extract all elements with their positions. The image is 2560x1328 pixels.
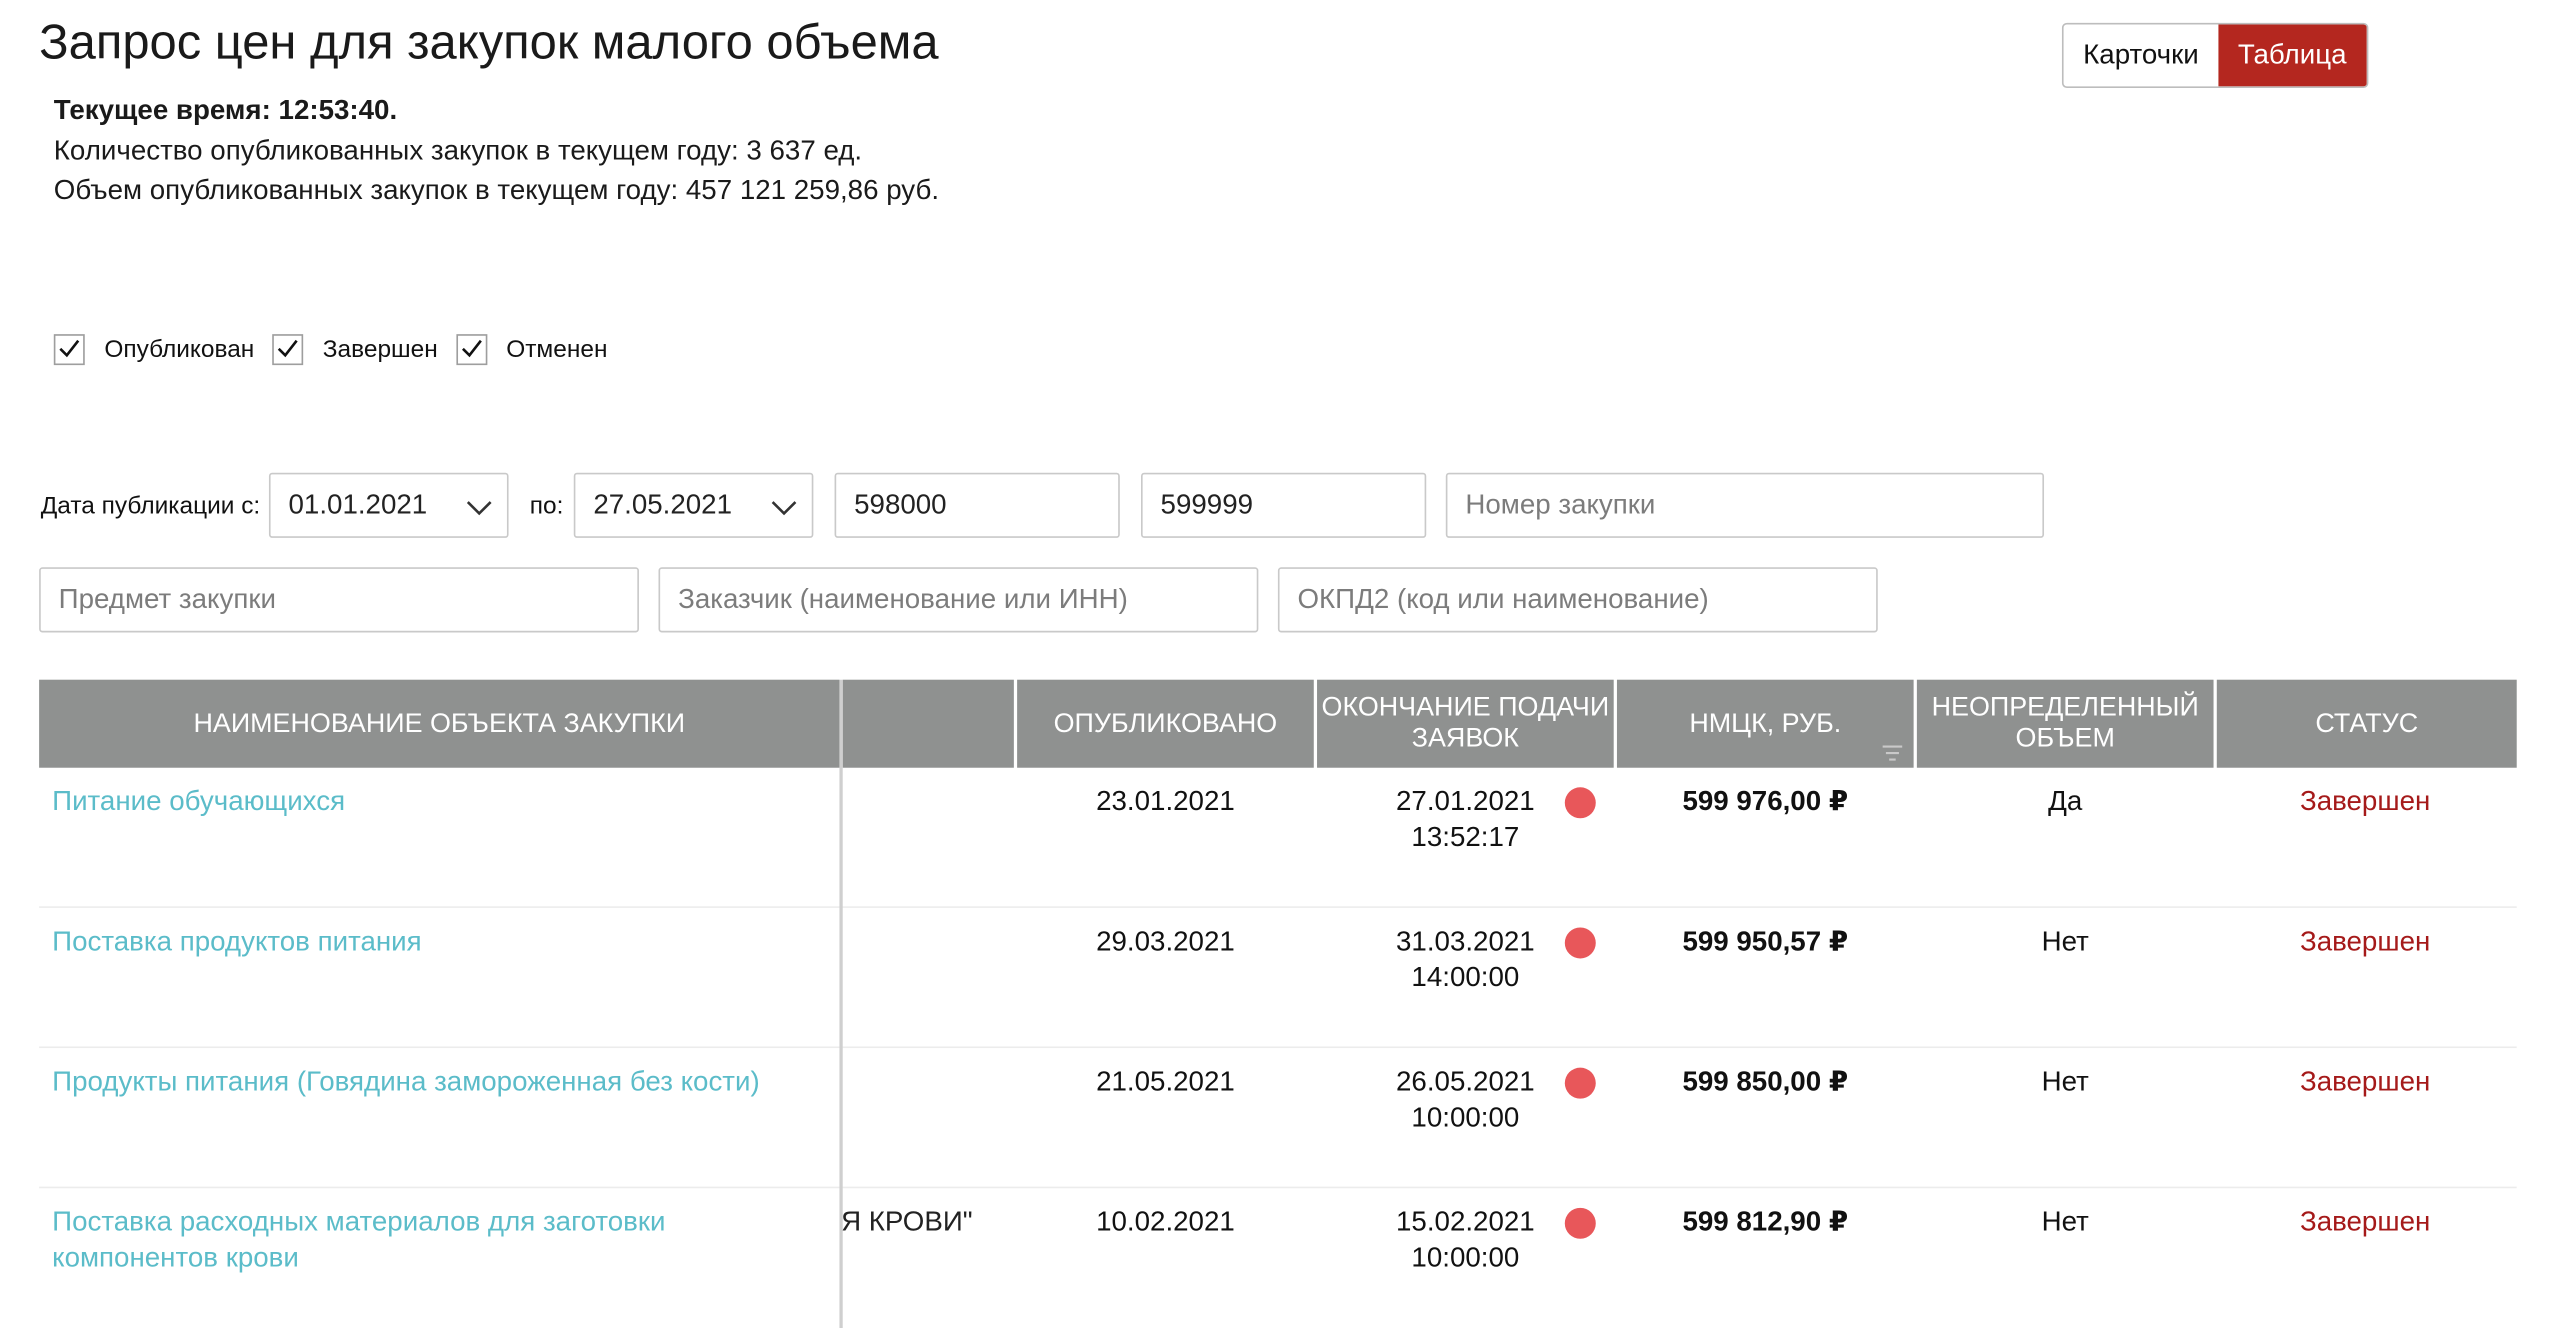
frozen-column-divider[interactable] (839, 679, 843, 1328)
okpd-input[interactable]: ОКПД2 (код или наименование) (1277, 567, 1878, 633)
cards-view-button[interactable]: Карточки (2064, 24, 2219, 86)
subject-input[interactable]: Предмет закупки (39, 567, 639, 633)
date-to-select[interactable]: 27.05.2021 (573, 472, 814, 538)
table-view-button[interactable]: Таблица (2218, 24, 2367, 87)
completed-checkbox-label: Завершен (322, 335, 438, 364)
published-volume: Объем опубликованных закупок в текущем г… (53, 174, 940, 206)
uncertain-volume-cell: Нет (2041, 1206, 2089, 1238)
published-date: 21.05.2021 (1096, 1066, 1235, 1097)
chevron-down-icon (466, 501, 492, 516)
cancelled-checkbox-label: Отменен (506, 335, 608, 364)
deadline-time: 14:00:00 (1411, 961, 1520, 993)
view-toggle: Карточки Таблица (2061, 22, 2368, 89)
table-row: Продукты питания (Говядина замороженная … (39, 1048, 2517, 1189)
price-min-input[interactable]: 598000 (834, 472, 1120, 538)
published-checkbox-label: Опубликован (104, 335, 255, 364)
column-header-uncertain-volume[interactable]: Неопределенный объем (1916, 679, 2214, 768)
status-cell: Завершен (2299, 1206, 2431, 1238)
price-cell: 599 812,90 ₽ (1682, 1206, 1849, 1238)
table-row: Поставка расходных материалов для загото… (39, 1188, 2517, 1327)
page-title: Запрос цен для закупок малого объема (39, 16, 939, 71)
check-icon (461, 339, 482, 358)
table-row: Питание обучающихся 23.01.2021 27.01.202… (39, 768, 2517, 908)
table-header: Наименование объекта закупки Опубликован… (39, 679, 2517, 768)
date-to-label: по: (529, 492, 564, 520)
column-header-customer (842, 679, 1014, 768)
column-header-price-label: НМЦК, руб. (1689, 708, 1842, 738)
date-from-label: Дата публикации с: (40, 492, 261, 520)
uncertain-volume-cell: Да (2048, 785, 2083, 817)
column-header-deadline[interactable]: Окончание подачи заявок (1317, 679, 1614, 768)
published-date: 23.01.2021 (1096, 785, 1235, 817)
date-from-value: 01.01.2021 (288, 489, 428, 520)
status-indicator-dot (1564, 1067, 1596, 1099)
current-time: Текущее время: 12:53:40. (53, 94, 398, 126)
published-date: 10.02.2021 (1096, 1206, 1235, 1238)
published-checkbox[interactable] (53, 334, 85, 366)
price-cell: 599 850,00 ₽ (1682, 1066, 1849, 1097)
status-indicator-dot (1564, 1207, 1596, 1239)
purchase-number-input[interactable]: Номер закупки (1445, 472, 2045, 538)
completed-checkbox[interactable] (272, 334, 304, 366)
column-header-published[interactable]: Опубликовано (1017, 679, 1314, 768)
purchase-name-link[interactable]: Поставка расходных материалов для загото… (52, 1205, 818, 1277)
deadline-time: 10:00:00 (1411, 1101, 1520, 1133)
price-max-input[interactable]: 599999 (1141, 472, 1427, 538)
published-date: 29.03.2021 (1096, 925, 1235, 957)
status-indicator-dot (1564, 927, 1596, 959)
deadline-time: 13:52:17 (1411, 821, 1520, 853)
column-header-price[interactable]: НМЦК, руб. (1616, 679, 1914, 768)
check-icon (277, 339, 298, 358)
status-indicator-dot (1564, 787, 1596, 819)
price-cell: 599 950,57 ₽ (1682, 925, 1849, 957)
table-row: Поставка продуктов питания 29.03.2021 31… (39, 908, 2517, 1049)
date-from-select[interactable]: 01.01.2021 (268, 472, 509, 538)
uncertain-volume-cell: Нет (2041, 925, 2089, 957)
sort-icon[interactable] (1881, 745, 1904, 761)
status-cell: Завершен (2299, 925, 2431, 957)
uncertain-volume-cell: Нет (2041, 1066, 2089, 1097)
chevron-down-icon (771, 501, 797, 516)
published-count: Количество опубликованных закупок в теку… (53, 135, 863, 167)
purchase-name-link[interactable]: Питание обучающихся (52, 784, 818, 820)
customer-cell: Я КРОВИ" (841, 1206, 973, 1238)
date-to-value: 27.05.2021 (593, 489, 733, 520)
deadline-time: 10:00:00 (1411, 1242, 1520, 1274)
purchase-name-link[interactable]: Продукты питания (Говядина замороженная … (52, 1064, 818, 1100)
customer-input[interactable]: Заказчик (наименование или ИНН) (658, 567, 1259, 633)
column-header-name[interactable]: Наименование объекта закупки (39, 679, 840, 768)
check-icon (59, 339, 80, 358)
price-cell: 599 976,00 ₽ (1682, 785, 1849, 817)
cancelled-checkbox[interactable] (455, 334, 487, 366)
status-cell: Завершен (2299, 785, 2431, 817)
status-filter-group: Опубликован Завершен Отменен (53, 334, 626, 366)
purchase-name-link[interactable]: Поставка продуктов питания (52, 924, 818, 960)
column-header-status[interactable]: Статус (2216, 679, 2517, 768)
status-cell: Завершен (2299, 1066, 2431, 1097)
